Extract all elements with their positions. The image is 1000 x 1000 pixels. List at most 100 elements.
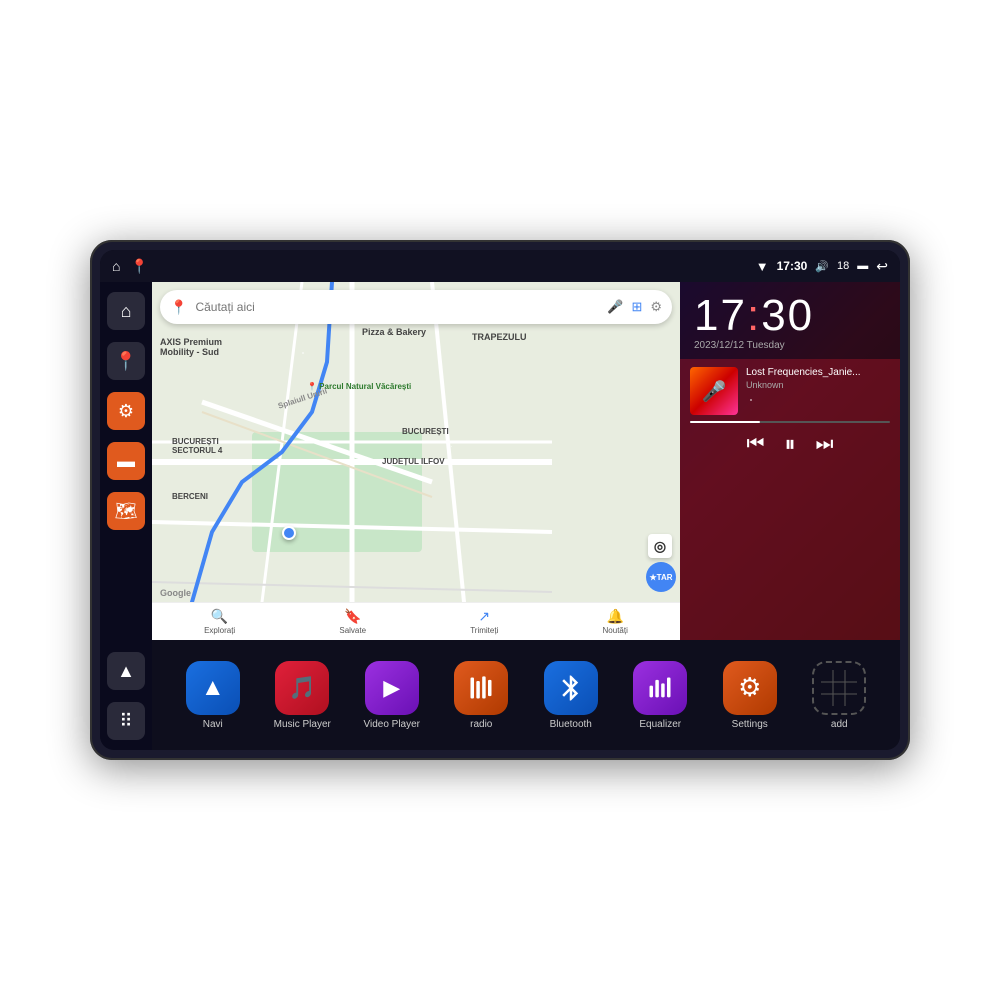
app-navi[interactable]: ▲ Navi xyxy=(172,661,254,730)
clock-minute: 30 xyxy=(761,291,814,340)
wifi-icon: ▼ xyxy=(756,259,769,274)
add-icon xyxy=(812,661,866,715)
info-panel: 17:30 2023/12/12 Tuesday 🎤 Lost Frequenc… xyxy=(680,282,900,640)
radio-icon xyxy=(454,661,508,715)
send-icon: ↗ xyxy=(478,608,490,625)
clock-display: 17:30 xyxy=(694,294,886,338)
music-controls: ⏮ ⏸ ⏭ xyxy=(690,431,890,457)
map-label-jud: JUDEȚUL ILFOV xyxy=(382,457,445,466)
saved-icon: 🔖 xyxy=(344,608,361,625)
video-player-icon: ▶ xyxy=(365,661,419,715)
main-area: ⌂ 📍 ⚙ ▬ 🗺 ▲ ⠿ xyxy=(100,282,900,750)
app-settings[interactable]: ⚙ Settings xyxy=(709,661,791,730)
app-radio[interactable]: radio xyxy=(441,661,523,730)
map-container[interactable]: AXIS PremiumMobility - Sud Pizza & Baker… xyxy=(152,282,680,640)
status-time: 17:30 xyxy=(777,259,808,273)
app-add-label: add xyxy=(831,719,848,730)
music-section: 🎤 Lost Frequencies_Janie... Unknown xyxy=(680,359,900,640)
music-title: Lost Frequencies_Janie... xyxy=(746,367,890,378)
music-top: 🎤 Lost Frequencies_Janie... Unknown xyxy=(690,367,890,415)
settings-map-icon[interactable]: ⚙ xyxy=(650,299,662,315)
map-label-buc: BUCUREȘTI xyxy=(402,427,449,436)
battery-icon: ▬ xyxy=(857,260,868,272)
apps-section: ▲ Navi 🎵 Music Player ▶ Video Player xyxy=(152,640,900,750)
top-section: AXIS PremiumMobility - Sud Pizza & Baker… xyxy=(152,282,900,640)
sidebar-item-home[interactable]: ⌂ xyxy=(107,292,145,330)
sidebar: ⌂ 📍 ⚙ ▬ 🗺 ▲ ⠿ xyxy=(100,282,152,750)
map-bottom-nav: 🔍 Explorați 🔖 Salvate ↗ Trimiteți xyxy=(152,602,680,640)
right-panel: AXIS PremiumMobility - Sud Pizza & Baker… xyxy=(152,282,900,750)
map-label-pizza: Pizza & Bakery xyxy=(362,327,426,337)
prev-button[interactable]: ⏮ xyxy=(746,433,764,456)
star-button[interactable]: ★TAR xyxy=(646,562,676,592)
equalizer-icon xyxy=(633,661,687,715)
map-label-berceni: BERCENI xyxy=(172,492,208,501)
music-player-icon: 🎵 xyxy=(275,661,329,715)
sidebar-item-navi[interactable]: 🗺 xyxy=(107,492,145,530)
music-progress-fill xyxy=(690,421,760,423)
music-info: Lost Frequencies_Janie... Unknown xyxy=(746,367,890,390)
device-frame: ⌂ 📍 ▼ 17:30 🔊 18 ▬ ↩ ⌂ 📍 ⚙ ▬ 🗺 xyxy=(90,240,910,760)
map-background: AXIS PremiumMobility - Sud Pizza & Baker… xyxy=(152,282,680,640)
map-pin-icon[interactable]: 📍 xyxy=(130,258,147,275)
clock-colon: : xyxy=(747,291,761,340)
back-icon[interactable]: ↩ xyxy=(876,258,888,275)
app-add[interactable]: add xyxy=(799,661,881,730)
music-artist: Unknown xyxy=(746,380,890,390)
app-video-label: Video Player xyxy=(363,719,420,730)
explore-icon: 🔍 xyxy=(211,608,228,625)
pause-button[interactable]: ⏸ xyxy=(784,431,795,457)
map-nav-explore[interactable]: 🔍 Explorați xyxy=(204,608,235,635)
map-nav-news[interactable]: 🔔 Noutăți xyxy=(603,608,628,635)
sidebar-item-settings[interactable]: ⚙ xyxy=(107,392,145,430)
send-label: Trimiteți xyxy=(470,626,498,635)
navi-icon: ▲ xyxy=(186,661,240,715)
google-logo: Google xyxy=(160,588,191,598)
saved-label: Salvate xyxy=(339,626,366,635)
clock-hour: 17 xyxy=(694,291,747,340)
status-bar: ⌂ 📍 ▼ 17:30 🔊 18 ▬ ↩ xyxy=(100,250,900,282)
app-equalizer-label: Equalizer xyxy=(639,719,681,730)
volume-icon: 🔊 xyxy=(815,260,829,273)
app-settings-label: Settings xyxy=(732,719,768,730)
compass-icon[interactable]: ◎ xyxy=(648,534,672,558)
status-right: ▼ 17:30 🔊 18 ▬ ↩ xyxy=(756,258,888,275)
map-label-trap: TRAPEZULU xyxy=(472,332,527,342)
sidebar-item-map[interactable]: 📍 xyxy=(107,342,145,380)
music-progress-bar xyxy=(690,421,890,423)
app-music-player[interactable]: 🎵 Music Player xyxy=(262,661,344,730)
explore-label: Explorați xyxy=(204,626,235,635)
sidebar-item-arrow[interactable]: ▲ xyxy=(107,652,145,690)
map-label-sect: BUCUREȘTISECTORUL 4 xyxy=(172,437,222,455)
settings-icon: ⚙ xyxy=(723,661,777,715)
bluetooth-icon xyxy=(544,661,598,715)
app-music-label: Music Player xyxy=(274,719,331,730)
location-dot xyxy=(282,526,296,540)
news-icon: 🔔 xyxy=(606,608,623,625)
app-bluetooth-label: Bluetooth xyxy=(550,719,592,730)
clock-date: 2023/12/12 Tuesday xyxy=(694,340,886,351)
layers-icon[interactable]: ⊞ xyxy=(631,299,642,315)
google-maps-icon: 📍 xyxy=(170,299,187,316)
map-nav-saved[interactable]: 🔖 Salvate xyxy=(339,608,366,635)
map-label-axis: AXIS PremiumMobility - Sud xyxy=(160,337,222,357)
app-navi-label: Navi xyxy=(203,719,223,730)
app-radio-label: radio xyxy=(470,719,492,730)
map-nav-send[interactable]: ↗ Trimiteți xyxy=(470,608,498,635)
device-screen: ⌂ 📍 ▼ 17:30 🔊 18 ▬ ↩ ⌂ 📍 ⚙ ▬ 🗺 xyxy=(100,250,900,750)
next-button[interactable]: ⏭ xyxy=(816,433,834,456)
clock-section: 17:30 2023/12/12 Tuesday xyxy=(680,282,900,359)
mic-icon[interactable]: 🎤 xyxy=(607,299,623,315)
status-left: ⌂ 📍 xyxy=(112,258,148,275)
sidebar-item-files[interactable]: ▬ xyxy=(107,442,145,480)
album-art[interactable]: 🎤 xyxy=(690,367,738,415)
news-label: Noutăți xyxy=(603,626,628,635)
app-video-player[interactable]: ▶ Video Player xyxy=(351,661,433,730)
map-search-bar[interactable]: 📍 🎤 ⊞ ⚙ xyxy=(160,290,672,324)
sidebar-item-grid[interactable]: ⠿ xyxy=(107,702,145,740)
search-input[interactable] xyxy=(195,300,599,314)
home-icon[interactable]: ⌂ xyxy=(112,258,120,274)
battery-level: 18 xyxy=(837,260,849,272)
app-bluetooth[interactable]: Bluetooth xyxy=(530,661,612,730)
app-equalizer[interactable]: Equalizer xyxy=(620,661,702,730)
